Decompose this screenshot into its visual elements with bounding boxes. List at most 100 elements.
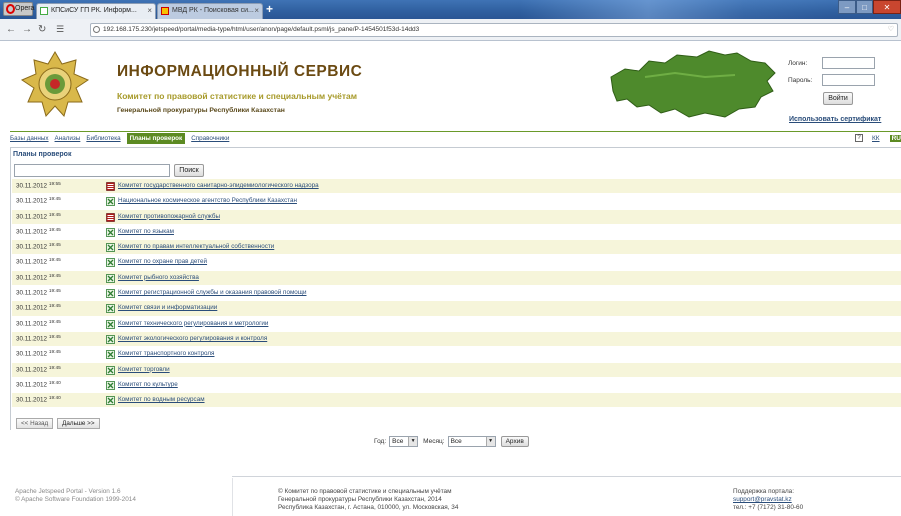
- language-switcher: ? КК RU: [855, 134, 901, 142]
- row-time-value: 19:40: [48, 396, 61, 402]
- footer-organization-info: © Комитет по правовой статистике и специ…: [278, 488, 458, 513]
- site-subtitle: Комитет по правовой статистике и специал…: [117, 91, 358, 101]
- row-date-value: 30.11.2012: [16, 182, 48, 190]
- login-button[interactable]: Войти: [823, 92, 853, 105]
- browser-tab-inactive[interactable]: МВД РК - Поисковая си... ×: [157, 3, 263, 19]
- row-date-value: 30.11.2012: [16, 381, 48, 389]
- row-time-value: 19:45: [48, 212, 61, 218]
- plan-document-link[interactable]: Комитет связи и информатизации: [118, 304, 217, 311]
- plan-document-link[interactable]: Комитет технического регулирования и мет…: [118, 320, 268, 327]
- month-label: Месяц:: [423, 438, 445, 445]
- row-date: 30.11.2012 19:45: [16, 228, 61, 236]
- footer-jetspeed-info: Apache Jetspeed Portal - Version 1.6 © A…: [15, 488, 136, 504]
- menu-item-databases[interactable]: Базы данных: [10, 133, 49, 144]
- maximize-window-icon[interactable]: □: [856, 0, 873, 14]
- row-date-value: 30.11.2012: [16, 350, 48, 358]
- password-label: Пароль:: [788, 77, 813, 84]
- site-info-icon[interactable]: [93, 26, 100, 33]
- bookmark-heart-icon[interactable]: ♡: [888, 24, 894, 36]
- excel-file-icon: [106, 273, 115, 283]
- menu-item-analyses[interactable]: Анализы: [55, 133, 81, 144]
- browser-tab-label: КПСиСУ ГП РК. Информ...: [51, 7, 137, 14]
- plan-document-link[interactable]: Комитет рыбного хозяйства: [118, 274, 199, 281]
- month-select-value: Все: [450, 438, 462, 445]
- tab-close-icon[interactable]: ×: [254, 4, 259, 18]
- reload-icon[interactable]: ↻: [38, 23, 46, 36]
- plan-document-link[interactable]: Комитет государственного санитарно-эпиде…: [118, 182, 319, 189]
- address-bar[interactable]: 192.168.175.230/jetspeed/portal/media-ty…: [90, 23, 898, 37]
- table-row: 30.11.2012 19:45 Комитет связи и информат…: [12, 301, 901, 317]
- page-favicon-icon: [161, 7, 169, 15]
- plan-document-link[interactable]: Комитет по правам интеллектуальной собст…: [118, 243, 274, 250]
- forward-arrow-icon[interactable]: →: [22, 23, 32, 36]
- plan-document-link[interactable]: Комитет торговли: [118, 366, 170, 373]
- plan-document-link[interactable]: Комитет регистрационной службы и оказани…: [118, 289, 306, 296]
- browser-tab-label: МВД РК - Поисковая си...: [172, 7, 254, 14]
- row-date: 30.11.2012 19:45: [16, 350, 61, 358]
- excel-file-icon: [106, 335, 115, 344]
- use-certificate-link[interactable]: Использовать сертификат: [789, 116, 881, 123]
- speed-dial-icon[interactable]: ☰: [56, 23, 64, 36]
- row-time-value: 19:45: [48, 243, 61, 249]
- month-select[interactable]: Все ▼: [447, 436, 496, 447]
- year-select[interactable]: Все ▼: [389, 436, 419, 447]
- footer-column-divider: [232, 478, 233, 516]
- row-date: 30.11.2012 19:45: [16, 274, 61, 282]
- browser-tab-active[interactable]: КПСиСУ ГП РК. Информ... ×: [36, 3, 156, 19]
- search-input[interactable]: [14, 164, 170, 177]
- footer-divider: [232, 476, 901, 477]
- row-date: 30.11.2012 19:45: [16, 197, 61, 205]
- row-date-value: 30.11.2012: [16, 197, 48, 205]
- login-input[interactable]: [822, 57, 875, 69]
- row-date-value: 30.11.2012: [16, 213, 48, 221]
- plan-document-link[interactable]: Комитет по языкам: [118, 228, 174, 235]
- minimize-window-icon[interactable]: –: [838, 0, 856, 14]
- table-row: 30.11.2012 19:40 Комитет по водным ресурс…: [12, 393, 901, 409]
- excel-file-icon: [106, 289, 115, 298]
- row-date: 30.11.2012 19:55: [16, 182, 61, 190]
- menu-item-references[interactable]: Справочники: [191, 133, 229, 144]
- page-favicon-icon: [40, 7, 48, 15]
- row-date: 30.11.2012 19:45: [16, 304, 61, 312]
- language-ru-active[interactable]: RU: [889, 134, 901, 142]
- search-button[interactable]: Поиск: [174, 164, 204, 177]
- row-date: 30.11.2012 19:40: [16, 396, 61, 404]
- row-date-value: 30.11.2012: [16, 289, 48, 297]
- chevron-down-icon: ▼: [485, 437, 495, 446]
- row-date-value: 30.11.2012: [16, 304, 48, 312]
- year-label: Год:: [374, 438, 387, 445]
- menu-item-library[interactable]: Библиотека: [86, 133, 120, 144]
- row-time-value: 19:45: [48, 197, 61, 203]
- prev-page-button[interactable]: << Назад: [16, 418, 54, 429]
- close-window-icon[interactable]: ✕: [873, 0, 901, 14]
- table-row: 30.11.2012 19:45 Комитет по правам интелл…: [12, 240, 901, 256]
- excel-file-icon: [106, 227, 115, 237]
- password-input[interactable]: [822, 74, 875, 86]
- support-email-link[interactable]: support@pravstat.kz: [733, 496, 803, 504]
- back-arrow-icon[interactable]: ←: [6, 23, 16, 36]
- archive-button[interactable]: Архив: [500, 436, 529, 447]
- opera-menu-label: Opera: [15, 5, 35, 12]
- help-icon[interactable]: ?: [855, 134, 863, 142]
- plan-document-link[interactable]: Комитет транспортного контроля: [118, 350, 214, 357]
- menu-item-inspection-plans[interactable]: Планы проверок: [126, 133, 186, 144]
- footer-version: Apache Jetspeed Portal - Version 1.6: [15, 488, 121, 495]
- plan-document-link[interactable]: Комитет по охране прав детей: [118, 258, 207, 265]
- table-row: 30.11.2012 19:45 Комитет противопожарной …: [12, 209, 901, 225]
- plan-document-link[interactable]: Комитет по водным ресурсам: [118, 396, 205, 403]
- next-page-button[interactable]: Дальше >>: [57, 418, 100, 429]
- table-row: 30.11.2012 19:45 Комитет транспортного ко…: [12, 347, 901, 363]
- new-tab-icon[interactable]: +: [266, 3, 279, 16]
- archive-filter: Год: Все ▼ Месяц: Все ▼ Архив: [374, 436, 529, 447]
- tab-close-icon[interactable]: ×: [147, 4, 152, 18]
- plan-document-link[interactable]: Национальное космическое агентство Респу…: [118, 197, 297, 204]
- plan-document-link[interactable]: Комитет противопожарной службы: [118, 213, 220, 220]
- pdf-file-icon: [106, 212, 115, 222]
- table-row: 30.11.2012 19:45 Комитет по языкам: [12, 224, 901, 241]
- row-date: 30.11.2012 19:45: [16, 335, 61, 343]
- opera-menu-button[interactable]: Opera: [3, 2, 35, 16]
- plan-document-link[interactable]: Комитет экологического регулирования и к…: [118, 335, 267, 342]
- language-kk-link[interactable]: КК: [872, 135, 880, 142]
- table-row: 30.11.2012 19:40 Комитет по культуре: [12, 377, 901, 394]
- plan-document-link[interactable]: Комитет по культуре: [118, 381, 178, 388]
